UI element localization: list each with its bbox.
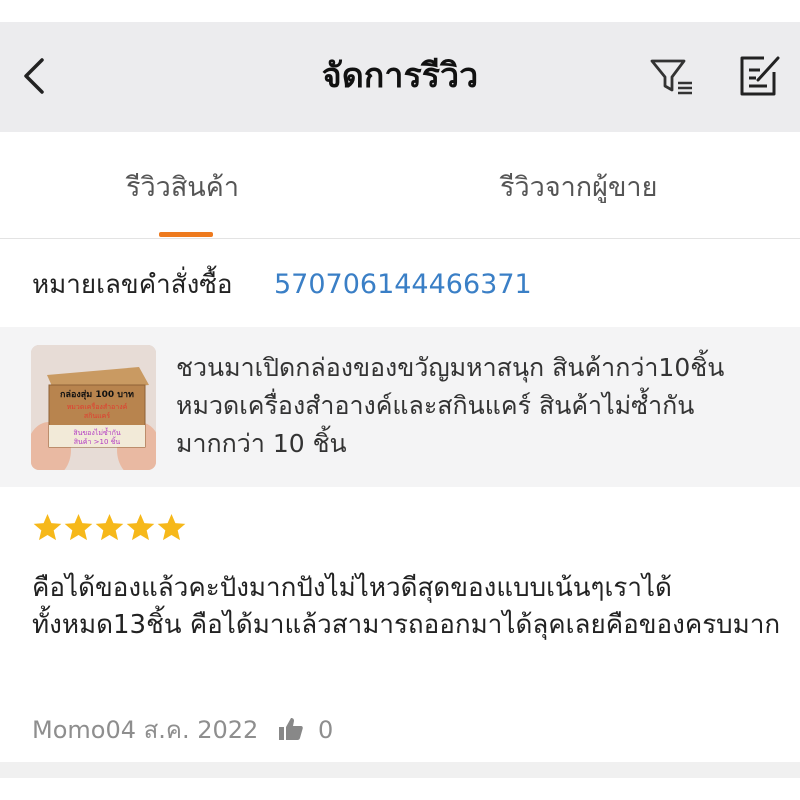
product-card[interactable]: กล่องสุ่ม 100 บาท หมวดเครื่องสำอางค์ สกิ… xyxy=(0,327,800,487)
product-thumbnail: กล่องสุ่ม 100 บาท หมวดเครื่องสำอางค์ สกิ… xyxy=(31,345,156,470)
order-info: หมายเลขคำสั่งซื้อ 570706144466371 xyxy=(0,239,800,327)
star-icon xyxy=(33,513,62,541)
review-item: คือได้ของแล้วคะปังมากปังไม่ไหวดีสุดของแบ… xyxy=(0,487,800,762)
review-text: คือได้ของแล้วคะปังมากปังไม่ไหวดีสุดของแบ… xyxy=(32,573,781,640)
thumb-caption: กล่องสุ่ม 100 บาท xyxy=(60,389,134,400)
section-divider xyxy=(0,762,800,778)
review-tabs: รีวิวสินค้า รีวิวจากผู้ขาย xyxy=(0,132,800,239)
thumb-caption: สกินแคร์ xyxy=(84,412,110,420)
edit-icon xyxy=(740,56,780,96)
like-count: 0 xyxy=(318,716,334,744)
status-bar-gap xyxy=(0,0,800,22)
tab-product-reviews[interactable]: รีวิวสินค้า xyxy=(126,168,239,208)
product-title: ชวนมาเปิดกล่องของขวัญมหาสนุก สินค้ากว่า1… xyxy=(176,353,725,458)
star-icon xyxy=(64,513,93,541)
order-number-link[interactable]: 570706144466371 xyxy=(274,267,532,303)
star-icon xyxy=(95,513,124,541)
star-rating xyxy=(32,512,187,546)
thumb-caption: หมวดเครื่องสำอางค์ xyxy=(67,402,128,411)
app-header: จัดการรีวิว xyxy=(0,22,800,132)
review-meta: Momo04 ส.ค. 2022 xyxy=(32,716,259,744)
thumbs-up-icon xyxy=(279,718,303,740)
star-icon xyxy=(126,513,155,541)
star-icon xyxy=(157,513,186,541)
order-number-label: หมายเลขคำสั่งซื้อ xyxy=(32,270,233,300)
filter-icon xyxy=(650,59,692,95)
active-tab-indicator xyxy=(159,232,213,237)
write-review-button[interactable] xyxy=(734,52,782,100)
like-button[interactable] xyxy=(278,716,304,742)
tab-seller-reviews[interactable]: รีวิวจากผู้ขาย xyxy=(500,168,657,208)
filter-button[interactable] xyxy=(646,52,700,100)
